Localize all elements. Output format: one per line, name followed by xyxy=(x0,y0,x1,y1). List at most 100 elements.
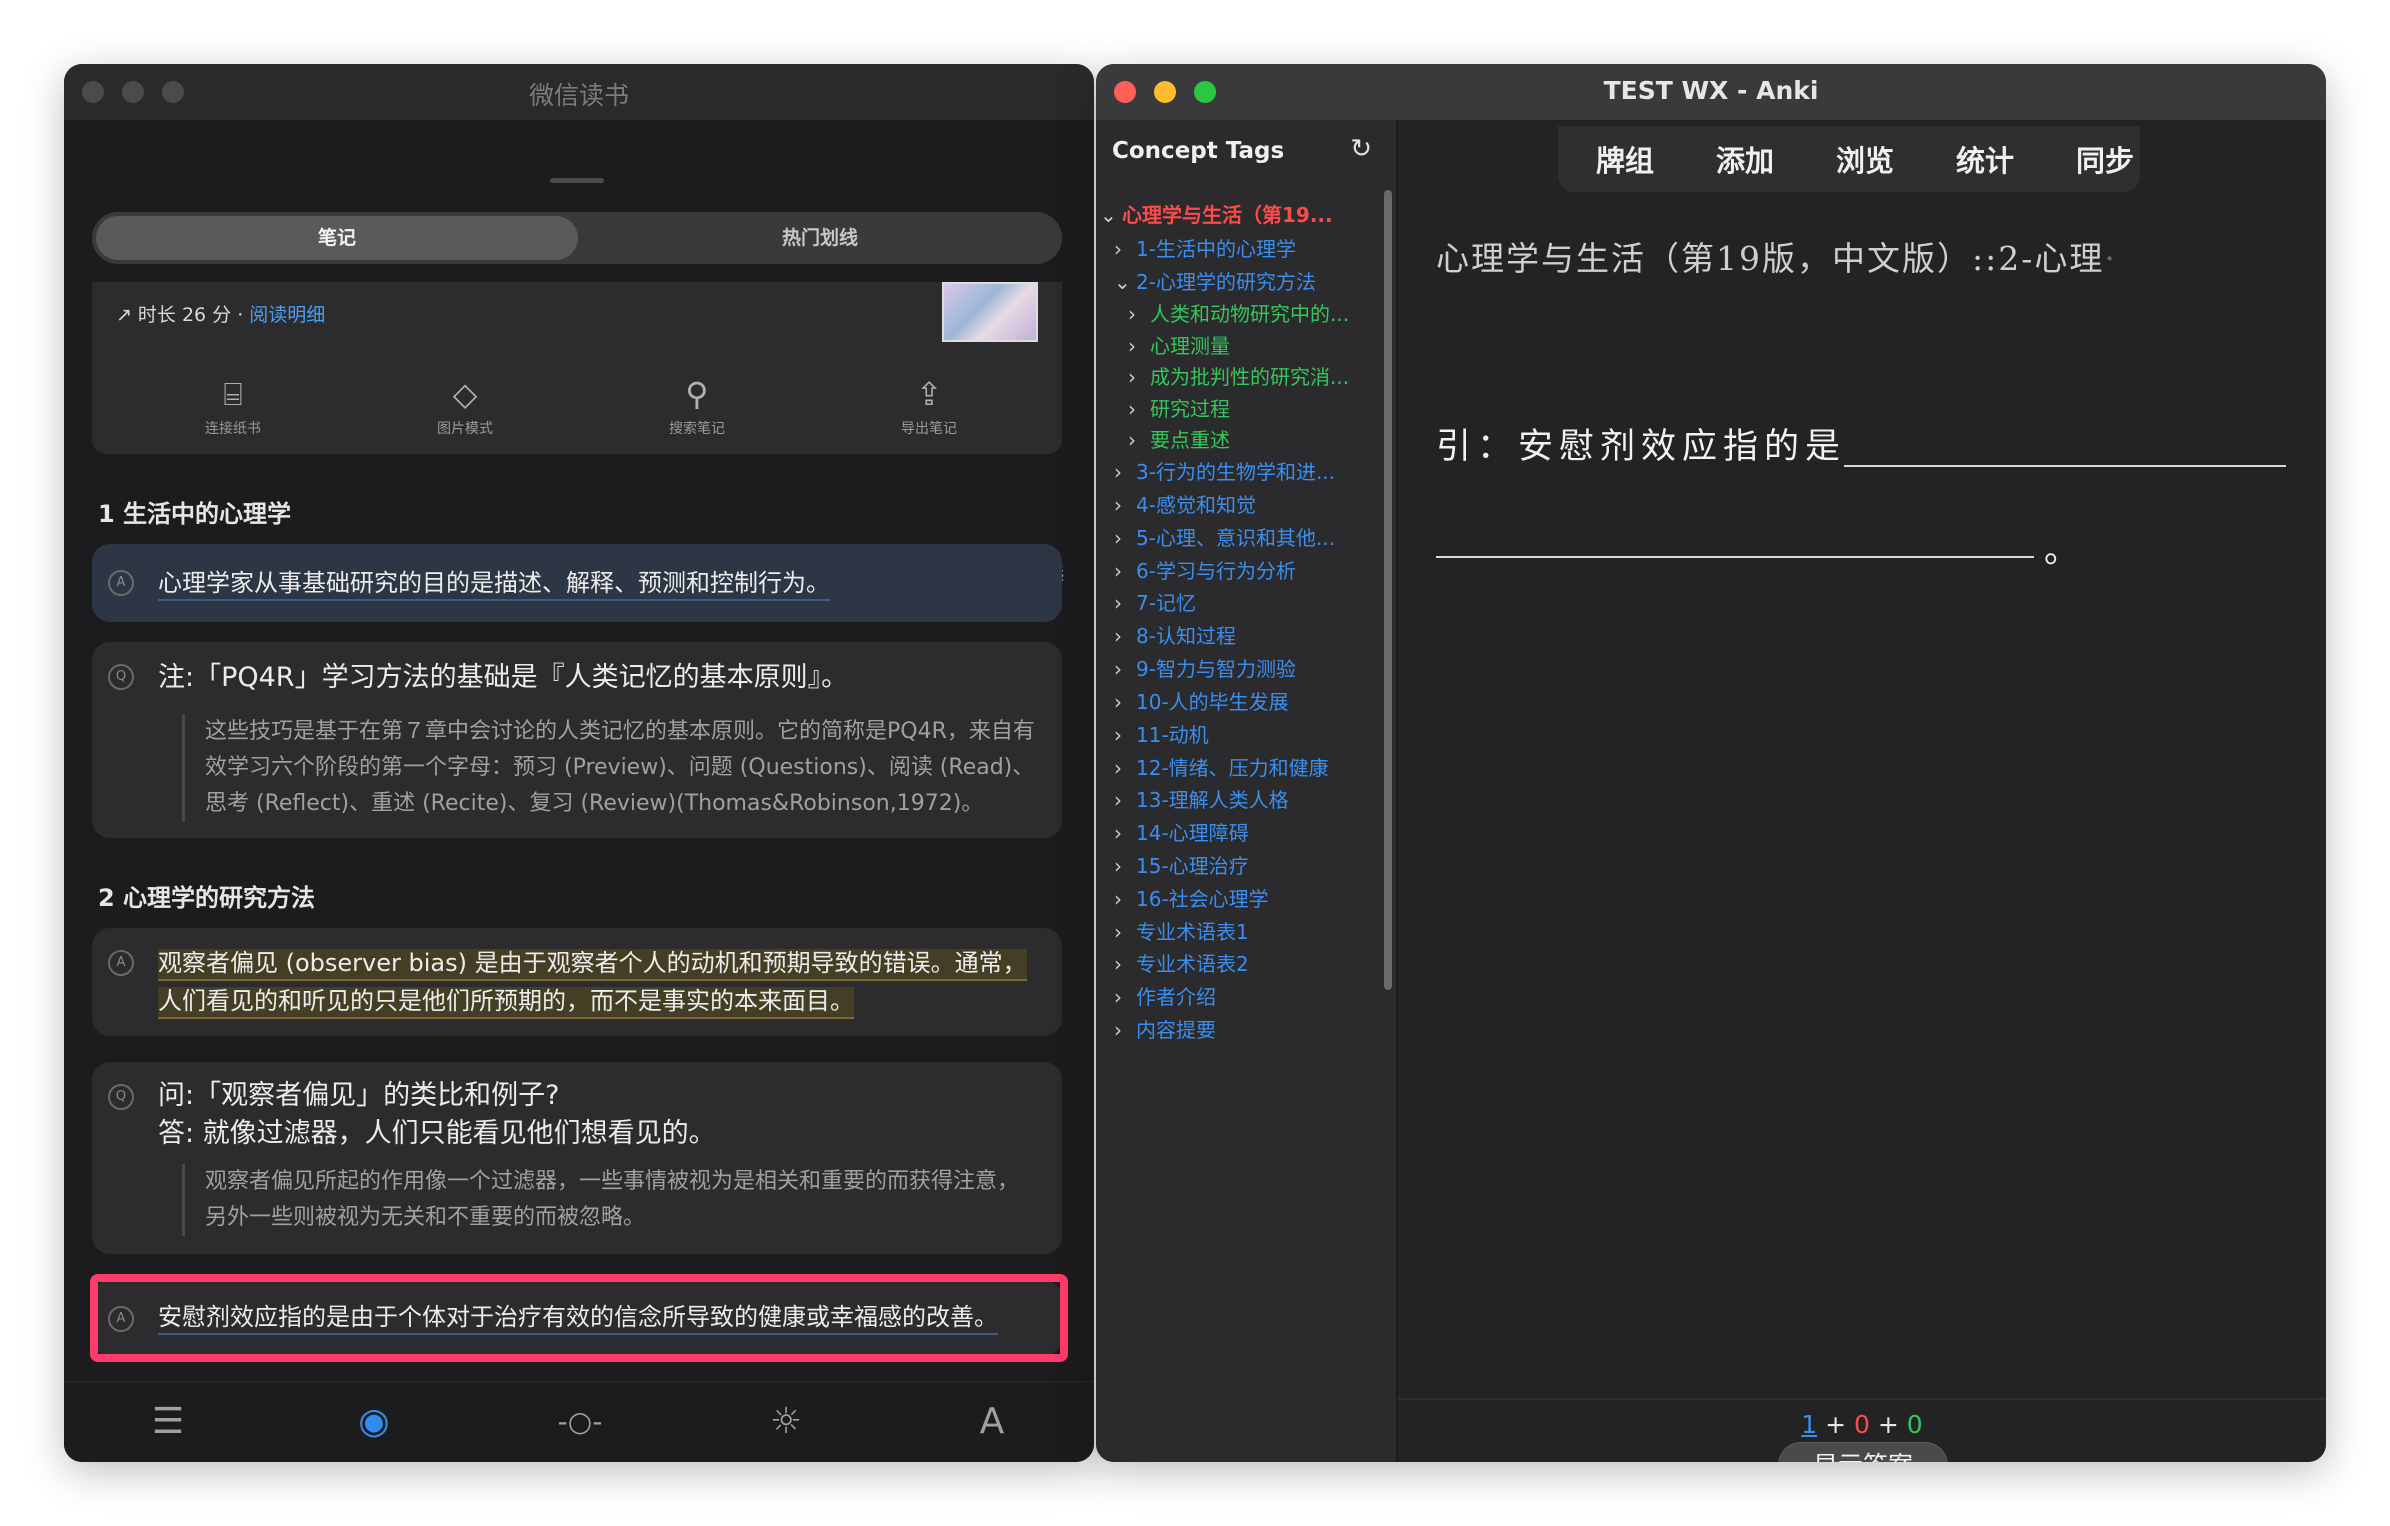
tag-label: 12-情绪、压力和健康 xyxy=(1136,756,1329,780)
tab-hot-highlights[interactable]: 热门划线 xyxy=(578,212,1062,264)
tag-tree-item[interactable]: › 3-行为的生物学和进... xyxy=(1114,457,1335,487)
tag-tree-item[interactable]: › 作者介绍 xyxy=(1114,982,1216,1012)
show-answer-button[interactable]: 显示答案 xyxy=(1778,1442,1948,1462)
menu-icon[interactable]: ☰ xyxy=(138,1400,198,1444)
decks-button[interactable]: 牌组 xyxy=(1596,138,1654,180)
tag-tree-item[interactable]: › 要点重述 xyxy=(1128,425,1230,455)
refresh-icon[interactable]: ↻ xyxy=(1350,134,1372,164)
chevron-right-icon[interactable]: › xyxy=(1114,523,1136,553)
image-mode-icon: ◇ xyxy=(452,375,478,413)
tool-label: 连接纸书 xyxy=(205,421,261,437)
section-title: 1 生活中的心理学 xyxy=(98,500,292,528)
chevron-right-icon[interactable]: › xyxy=(1114,687,1136,717)
toggle-icon[interactable]: -○- xyxy=(550,1400,610,1444)
tag-tree-item[interactable]: › 13-理解人类人格 xyxy=(1114,785,1289,815)
tag-tree-item[interactable]: › 4-感觉和知觉 xyxy=(1114,490,1256,520)
stats-button[interactable]: 统计 xyxy=(1956,138,2014,180)
bottom-toolbar: ☰ ◉ -○- ☼ A xyxy=(64,1381,1094,1462)
tag-tree-item[interactable]: ⌄ 2-心理学的研究方法 xyxy=(1114,267,1316,297)
tag-tree-item[interactable]: › 16-社会心理学 xyxy=(1114,884,1269,914)
chevron-down-icon[interactable]: ⌄ xyxy=(1114,267,1136,297)
chevron-right-icon[interactable]: › xyxy=(1114,1015,1136,1045)
drag-handle[interactable] xyxy=(550,178,604,183)
tag-tree-item[interactable]: › 内容提要 xyxy=(1114,1015,1216,1045)
chevron-right-icon[interactable]: › xyxy=(1114,818,1136,848)
tag-tree-item[interactable]: › 12-情绪、压力和健康 xyxy=(1114,753,1329,783)
chevron-right-icon[interactable]: › xyxy=(1114,720,1136,750)
book-info-card: ↗ 时长 26 分 · 阅读明细 ⌸ 连接纸书 ◇ 图片模式 ⚲ 搜索笔记 ⇪ 导… xyxy=(92,282,1062,454)
chevron-right-icon[interactable]: › xyxy=(1114,884,1136,914)
tab-notes[interactable]: 笔记 xyxy=(96,216,578,260)
tag-tree-item[interactable]: › 心理测量 xyxy=(1128,331,1230,361)
note-text: 注:「PQ4R」学习方法的基础是『人类记忆的基本原则』。 xyxy=(158,662,849,693)
tool-label: 图片模式 xyxy=(437,421,493,437)
chevron-right-icon[interactable]: › xyxy=(1114,457,1136,487)
review-area: 牌组 添加 浏览 统计 同步 心理学与生活（第19版，中文版）::2-心理· 引… xyxy=(1398,120,2326,1462)
tag-tree-item[interactable]: › 14-心理障碍 xyxy=(1114,818,1249,848)
image-mode-button[interactable]: ◇ 图片模式 xyxy=(400,374,530,438)
read-detail-link[interactable]: 阅读明细 xyxy=(249,304,325,326)
chevron-right-icon[interactable]: › xyxy=(1114,654,1136,684)
browse-button[interactable]: 浏览 xyxy=(1836,138,1894,180)
chevron-down-icon[interactable]: ⌄ xyxy=(1100,200,1122,230)
chevron-right-icon[interactable]: › xyxy=(1128,425,1150,455)
tag-tree-item[interactable]: › 5-心理、意识和其他... xyxy=(1114,523,1335,553)
chevron-right-icon[interactable]: › xyxy=(1114,753,1136,783)
tag-label: 8-认知过程 xyxy=(1136,624,1236,648)
tag-tree-item[interactable]: › 人类和动物研究中的... xyxy=(1128,299,1349,329)
chevron-right-icon[interactable]: › xyxy=(1114,490,1136,520)
compass-icon[interactable]: ◉ xyxy=(344,1400,404,1444)
note-card[interactable]: Q 注:「PQ4R」学习方法的基础是『人类记忆的基本原则』。 这些技巧是基于在第… xyxy=(92,642,1062,838)
chevron-right-icon[interactable]: › xyxy=(1114,234,1136,264)
chevron-right-icon[interactable]: › xyxy=(1128,362,1150,392)
tag-tree-item[interactable]: › 9-智力与智力测验 xyxy=(1114,654,1296,684)
notes-tab-switch: 笔记 热门划线 xyxy=(92,212,1062,264)
tag-tree-item[interactable]: › 10-人的毕生发展 xyxy=(1114,687,1289,717)
chevron-right-icon[interactable]: › xyxy=(1114,588,1136,618)
export-notes-button[interactable]: ⇪ 导出笔记 xyxy=(864,374,994,438)
tag-tree-item[interactable]: › 8-认知过程 xyxy=(1114,621,1236,651)
tag-tree-item[interactable]: › 11-动机 xyxy=(1114,720,1209,750)
tag-tree-item[interactable]: ⌄ 心理学与生活（第19... xyxy=(1100,200,1333,230)
note-card[interactable]: Q 问:「观察者偏见」的类比和例子? 答: 就像过滤器，人们只能看见他们想看见的… xyxy=(92,1062,1062,1254)
sidebar-scrollbar[interactable] xyxy=(1384,190,1392,990)
chevron-right-icon[interactable]: › xyxy=(1128,299,1150,329)
note-quote: 这些技巧是基于在第７章中会讨论的人类记忆的基本原则。它的简称是PQ4R，来自有效… xyxy=(182,714,1038,822)
note-answer: 答: 就像过滤器，人们只能看见他们想看见的。 xyxy=(158,1118,716,1149)
tag-tree-item[interactable]: › 专业术语表1 xyxy=(1114,917,1249,947)
brightness-icon[interactable]: ☼ xyxy=(756,1400,816,1444)
tag-tree-item[interactable]: › 15-心理治疗 xyxy=(1114,851,1249,881)
chevron-right-icon[interactable]: › xyxy=(1128,394,1150,424)
tag-label: 14-心理障碍 xyxy=(1136,821,1249,845)
tag-tree-item[interactable]: › 7-记忆 xyxy=(1114,588,1196,618)
chevron-right-icon[interactable]: › xyxy=(1114,621,1136,651)
tag-tree-item[interactable]: › 6-学习与行为分析 xyxy=(1114,556,1296,586)
add-button[interactable]: 添加 xyxy=(1716,138,1774,180)
tag-tree-item[interactable]: › 1-生活中的心理学 xyxy=(1114,234,1296,264)
tag-label: 3-行为的生物学和进... xyxy=(1136,460,1336,484)
chevron-right-icon[interactable]: › xyxy=(1114,556,1136,586)
tag-tree-item[interactable]: › 成为批判性的研究消... xyxy=(1128,362,1349,392)
chevron-right-icon[interactable]: › xyxy=(1114,917,1136,947)
weread-titlebar: 微信读书 xyxy=(64,64,1094,120)
card-path-fade: · xyxy=(2104,239,2117,278)
tag-tree-item[interactable]: › 研究过程 xyxy=(1128,394,1230,424)
chevron-right-icon[interactable]: › xyxy=(1114,949,1136,979)
tag-tree-item[interactable]: › 专业术语表2 xyxy=(1114,949,1249,979)
note-card[interactable]: A 观察者偏见 (observer bias) 是由于观察者个人的动机和预期导致… xyxy=(92,928,1062,1036)
trend-icon: ↗ xyxy=(116,304,132,326)
chevron-right-icon[interactable]: › xyxy=(1128,331,1150,361)
font-icon[interactable]: A xyxy=(962,1400,1022,1444)
chevron-right-icon[interactable]: › xyxy=(1114,785,1136,815)
search-notes-button[interactable]: ⚲ 搜索笔记 xyxy=(632,374,762,438)
chevron-right-icon[interactable]: › xyxy=(1114,982,1136,1012)
tag-label: 专业术语表1 xyxy=(1136,920,1249,944)
chevron-right-icon[interactable]: › xyxy=(1114,851,1136,881)
connect-paper-book-button[interactable]: ⌸ 连接纸书 xyxy=(168,374,298,438)
book-cover[interactable] xyxy=(942,282,1038,342)
sync-button[interactable]: 同步 xyxy=(2076,138,2134,180)
answer-badge: A xyxy=(108,950,134,976)
note-card[interactable]: A 心理学家从事基础研究的目的是描述、解释、预测和控制行为。 xyxy=(92,544,1062,622)
section-title: 2 心理学的研究方法 xyxy=(98,884,316,912)
tag-label: 心理学与生活（第19... xyxy=(1122,203,1333,227)
